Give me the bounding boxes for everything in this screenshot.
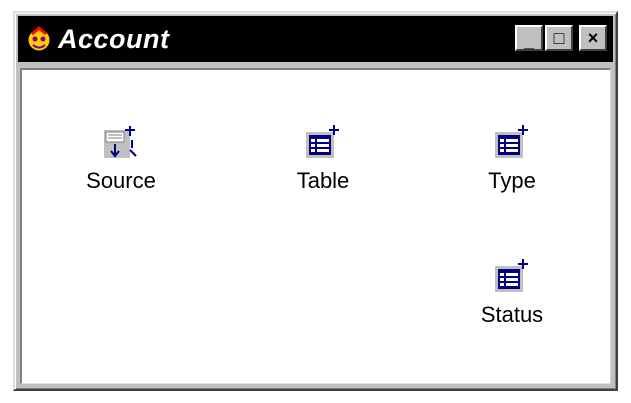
table-icon <box>495 259 528 292</box>
item-type-label: Type <box>488 168 536 193</box>
title-bar[interactable]: Account _ □ × <box>18 16 613 62</box>
close-button[interactable]: × <box>579 25 607 51</box>
item-source-label: Source <box>86 168 156 193</box>
item-table-label: Table <box>296 168 350 193</box>
minimize-icon: _ <box>523 31 534 51</box>
table-icon <box>306 125 339 158</box>
item-status-label: Status <box>480 302 544 327</box>
maximize-button[interactable]: □ <box>545 25 573 51</box>
account-window: Account _ □ × Source Table Type Status <box>13 11 618 391</box>
table-icon <box>495 125 528 158</box>
window-content-area: Source Table Type Status <box>20 68 611 384</box>
account-app-icon[interactable] <box>24 24 54 54</box>
item-status[interactable]: Status <box>447 256 577 328</box>
minimize-button[interactable]: _ <box>515 25 543 51</box>
maximize-icon: □ <box>553 28 565 48</box>
item-source[interactable]: Source <box>56 122 186 194</box>
close-icon: × <box>587 28 599 48</box>
item-table[interactable]: Table <box>258 122 388 194</box>
window-title: Account <box>58 24 170 54</box>
source-query-icon <box>104 126 137 158</box>
item-type[interactable]: Type <box>447 122 577 194</box>
